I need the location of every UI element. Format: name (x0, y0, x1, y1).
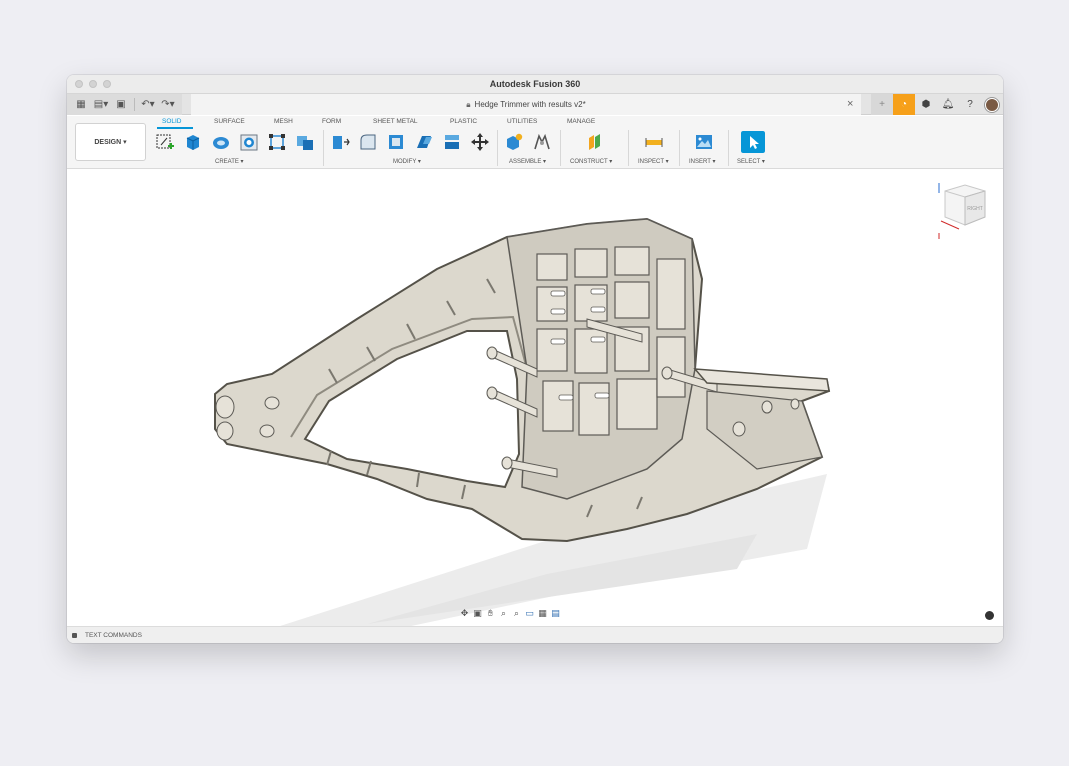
offset-plane-icon[interactable] (585, 132, 605, 152)
box-icon[interactable] (267, 132, 287, 152)
select-icon[interactable] (741, 131, 765, 153)
title-bar: Autodesk Fusion 360 (67, 75, 1003, 94)
group-divider (628, 130, 629, 166)
look-at-icon[interactable]: ▣ (472, 608, 483, 619)
combine-icon[interactable] (295, 132, 315, 152)
redo-icon[interactable]: ↷▾ (158, 97, 178, 112)
create-group-label[interactable]: CREATE ▾ (215, 158, 244, 165)
document-title: Hedge Trimmer with results v2* (474, 100, 586, 109)
lock-icon: 🔒︎ (466, 99, 471, 109)
group-divider (560, 130, 561, 166)
extensions-icon[interactable]: ⬢ (915, 94, 937, 115)
tab-bar: ▦ ▤▾ ▣ ↶▾ ↷▾ 🔒︎ Hedge Trimmer with resul… (67, 94, 1003, 115)
move-copy-icon[interactable] (470, 132, 490, 152)
view-cube[interactable]: RIGHT (931, 177, 991, 239)
shell-icon[interactable] (386, 132, 406, 152)
joint-icon[interactable] (532, 132, 552, 152)
insert-image-icon[interactable] (694, 132, 714, 152)
help-icon[interactable]: ? (959, 94, 981, 115)
tab-surface[interactable]: SURFACE (214, 118, 245, 125)
workspace-switcher[interactable]: DESIGN ▾ (75, 123, 146, 161)
group-divider (497, 130, 498, 166)
tab-plastic[interactable]: PLASTIC (450, 118, 477, 125)
pan-icon[interactable]: ✋︎ (485, 608, 496, 619)
tab-solid[interactable]: SOLID (162, 118, 182, 125)
toolbar-ribbon: DESIGN ▾ SOLID SURFACE MESH FORM SHEET M… (67, 116, 1003, 169)
fillet-icon[interactable] (358, 132, 378, 152)
viewports-icon[interactable]: ▤ (550, 608, 561, 619)
new-component-icon[interactable] (504, 132, 524, 152)
draft-icon[interactable] (414, 132, 434, 152)
window-title: Autodesk Fusion 360 (489, 79, 581, 89)
tab-mesh[interactable]: MESH (274, 118, 293, 125)
select-group-label[interactable]: SELECT ▾ (737, 158, 765, 165)
hole-icon[interactable] (239, 132, 259, 152)
toolbar-divider (134, 98, 135, 111)
group-divider (679, 130, 680, 166)
comments-icon[interactable] (985, 611, 994, 620)
zoom-icon[interactable]: ⌕ (498, 608, 509, 619)
group-divider (323, 130, 324, 166)
fit-icon[interactable]: ⌕ (511, 608, 522, 619)
notifications-icon[interactable]: 🔔︎ (937, 94, 959, 115)
avatar (985, 97, 999, 112)
text-commands-label[interactable]: TEXT COMMANDS (85, 632, 142, 639)
create-sketch-icon[interactable] (155, 132, 175, 152)
split-body-icon[interactable] (442, 132, 462, 152)
tab-manage[interactable]: MANAGE (567, 118, 595, 125)
quick-access-toolbar: ▦ ▤▾ ▣ ↶▾ ↷▾ (67, 94, 182, 115)
assemble-group-label[interactable]: ASSEMBLE ▾ (509, 158, 546, 165)
inspect-group-label[interactable]: INSPECT ▾ (638, 158, 669, 165)
tab-utilities[interactable]: UTILITIES (507, 118, 537, 125)
file-menu-icon[interactable]: ▤▾ (91, 97, 111, 112)
new-tab-icon[interactable]: + (871, 94, 893, 115)
canvas-viewport[interactable]: RIGHT ✥ ▣ ✋︎ ⌕ ⌕ ▭ ▦ ▤ (67, 169, 1003, 626)
undo-icon[interactable]: ↶▾ (138, 97, 158, 112)
group-divider (728, 130, 729, 166)
text-commands-toggle-icon[interactable] (72, 632, 77, 638)
active-tab-indicator (157, 127, 193, 129)
display-settings-icon[interactable]: ▭ (524, 608, 535, 619)
hedge-trimmer-model[interactable] (67, 169, 1003, 626)
navigation-bar: ✥ ▣ ✋︎ ⌕ ⌕ ▭ ▦ ▤ (459, 606, 561, 620)
measure-icon[interactable] (644, 132, 664, 152)
modify-group-label[interactable]: MODIFY ▾ (393, 158, 421, 165)
account-toolbar: + ◔ ⬢ 🔔︎ ? (871, 94, 1003, 115)
data-panel-grid-icon[interactable]: ▦ (71, 97, 91, 112)
view-cube-face-label: RIGHT (967, 206, 983, 212)
revolve-icon[interactable] (211, 132, 231, 152)
tab-sheet-metal[interactable]: SHEET METAL (373, 118, 418, 125)
construct-group-label[interactable]: CONSTRUCT ▾ (570, 158, 612, 165)
orbit-icon[interactable]: ✥ (459, 608, 470, 619)
insert-group-label[interactable]: INSERT ▾ (689, 158, 715, 165)
job-status-icon[interactable]: ◔ (893, 94, 915, 115)
close-tab-icon[interactable]: × (847, 98, 853, 110)
profile-button[interactable] (981, 94, 1003, 115)
document-tab[interactable]: 🔒︎ Hedge Trimmer with results v2* (191, 94, 861, 115)
extrude-icon[interactable] (183, 132, 203, 152)
press-pull-icon[interactable] (330, 132, 350, 152)
tab-form[interactable]: FORM (322, 118, 341, 125)
status-bar: TEXT COMMANDS (67, 626, 1003, 643)
save-icon[interactable]: ▣ (111, 97, 131, 112)
grid-settings-icon[interactable]: ▦ (537, 608, 548, 619)
fusion-window: Autodesk Fusion 360 ▦ ▤▾ ▣ ↶▾ ↷▾ 🔒︎ Hedg… (67, 75, 1003, 643)
